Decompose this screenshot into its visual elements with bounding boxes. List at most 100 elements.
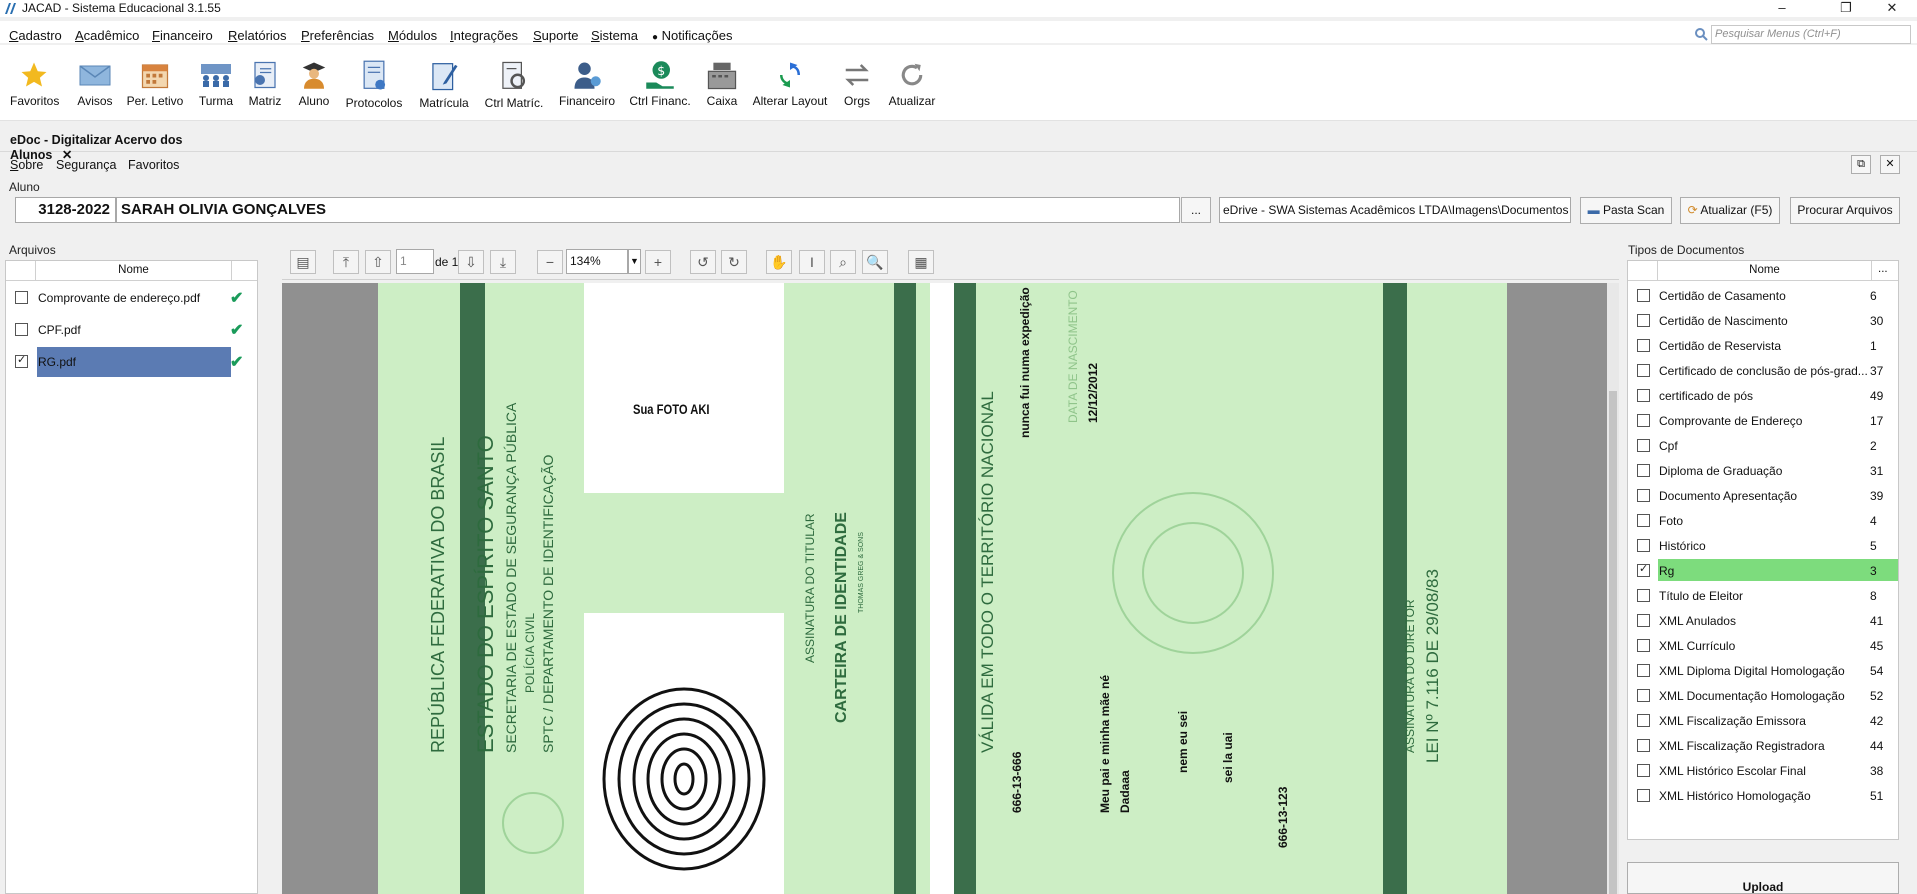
first-page-button[interactable]: ⤒	[333, 250, 359, 274]
matriz-button[interactable]: Matriz	[246, 60, 284, 116]
tipo-checkbox[interactable]	[1637, 489, 1650, 502]
tipo-checkbox[interactable]	[1637, 539, 1650, 552]
zoom-out-button[interactable]: −	[537, 250, 563, 274]
protocolos-button[interactable]: Protocolos	[344, 60, 404, 116]
tipo-checkbox[interactable]	[1637, 464, 1650, 477]
tipo-checkbox[interactable]	[1637, 289, 1650, 302]
aluno-button[interactable]: Aluno	[296, 60, 332, 116]
last-page-button[interactable]: ⤓	[490, 250, 516, 274]
tipo-checkbox[interactable]	[1637, 639, 1650, 652]
tipo-checkbox[interactable]	[1637, 664, 1650, 677]
prev-page-button[interactable]: ⇧	[365, 250, 391, 274]
tipo-row[interactable]: Diploma de Graduação 31	[1628, 458, 1898, 483]
pan-tool-button[interactable]: ✋	[766, 250, 792, 274]
tipo-checkbox[interactable]	[1637, 739, 1650, 752]
aluno-name-field[interactable]: SARAH OLIVIA GONÇALVES	[116, 197, 1180, 223]
tipo-row[interactable]: Certidão de Casamento 6	[1628, 283, 1898, 308]
zoom-in-button[interactable]: +	[645, 250, 671, 274]
tipo-row[interactable]: certificado de pós 49	[1628, 383, 1898, 408]
submenu-seguranca[interactable]: Segurança	[56, 158, 116, 172]
browse-aluno-button[interactable]: ...	[1181, 197, 1211, 223]
document-properties-button[interactable]: ▦	[908, 250, 934, 274]
tipo-checkbox[interactable]	[1637, 764, 1650, 777]
menu-notificacoes[interactable]: ● Notificações	[652, 28, 732, 43]
rotate-cw-button[interactable]: ↻	[721, 250, 747, 274]
tipo-row[interactable]: XML Documentação Homologação 52	[1628, 683, 1898, 708]
tipo-checkbox[interactable]	[1637, 314, 1650, 327]
tipo-row[interactable]: XML Currículo 45	[1628, 633, 1898, 658]
tipos-col-more[interactable]: ...	[1878, 263, 1888, 275]
tipo-checkbox[interactable]	[1637, 364, 1650, 377]
financeiro-button[interactable]: Financeiro	[558, 60, 616, 116]
tipo-checkbox[interactable]	[1637, 439, 1650, 452]
menu-cadastro[interactable]: Cadastro	[9, 28, 62, 43]
text-select-button[interactable]: I	[799, 250, 825, 274]
tipo-checkbox[interactable]	[1637, 614, 1650, 627]
file-checkbox[interactable]	[15, 353, 28, 368]
atualizar-f5-button[interactable]: ⟳ Atualizar (F5)	[1680, 197, 1780, 224]
file-row[interactable]: Comprovante de endereço.pdf ✔	[6, 283, 257, 313]
pasta-scan-button[interactable]: ▬ Pasta Scan	[1580, 197, 1672, 224]
search-menus-input[interactable]: Pesquisar Menus (Ctrl+F)	[1711, 25, 1911, 44]
tipo-row[interactable]: Certidão de Nascimento 30	[1628, 308, 1898, 333]
submenu-sobre[interactable]: Sobre	[10, 158, 43, 172]
close-panel-button[interactable]: ✕	[1880, 155, 1900, 174]
tipo-checkbox[interactable]	[1637, 689, 1650, 702]
restore-button[interactable]: ❐	[1823, 0, 1869, 17]
atualizar-button[interactable]: Atualizar	[886, 60, 938, 116]
tipo-row[interactable]: XML Histórico Escolar Final 38	[1628, 758, 1898, 783]
menu-sistema[interactable]: Sistema	[591, 28, 638, 43]
tab-edoc[interactable]: eDoc - Digitalizar Acervo dos Alunos ✕	[0, 128, 236, 162]
minimize-button[interactable]: –	[1759, 0, 1805, 17]
turma-button[interactable]: Turma	[196, 60, 236, 116]
tipo-checkbox[interactable]	[1637, 789, 1650, 802]
file-row[interactable]: CPF.pdf ✔	[6, 315, 257, 345]
caixa-button[interactable]: Caixa	[704, 60, 740, 116]
tipo-row[interactable]: XML Fiscalização Emissora 42	[1628, 708, 1898, 733]
upload-button[interactable]: Upload	[1627, 862, 1899, 894]
tipo-row[interactable]: XML Anulados 41	[1628, 608, 1898, 633]
rotate-ccw-button[interactable]: ↺	[690, 250, 716, 274]
tipo-row[interactable]: Certidão de Reservista 1	[1628, 333, 1898, 358]
tipo-row[interactable]: XML Fiscalização Registradora 44	[1628, 733, 1898, 758]
tipo-row[interactable]: XML Diploma Digital Homologação 54	[1628, 658, 1898, 683]
scrollbar-thumb[interactable]	[1609, 391, 1617, 894]
per-letivo-button[interactable]: Per. Letivo	[126, 60, 184, 116]
close-window-button[interactable]: ✕	[1869, 0, 1915, 17]
ctrl-matric-button[interactable]: Ctrl Matríc.	[484, 60, 544, 116]
zoom-select[interactable]: 134%	[566, 249, 628, 274]
tipo-row[interactable]: Cpf 2	[1628, 433, 1898, 458]
avisos-button[interactable]: Avisos	[74, 60, 116, 116]
orgs-button[interactable]: Orgs	[842, 60, 872, 116]
viewer-scrollbar[interactable]	[1607, 283, 1619, 894]
tipo-row[interactable]: Rg 3	[1628, 558, 1898, 583]
menu-academico[interactable]: Acadêmico	[75, 28, 139, 43]
tipo-row[interactable]: Título de Eleitor 8	[1628, 583, 1898, 608]
procurar-arquivos-button[interactable]: Procurar Arquivos	[1790, 197, 1900, 224]
tipo-checkbox[interactable]	[1637, 414, 1650, 427]
menu-integracoes[interactable]: Integrações	[450, 28, 518, 43]
aluno-code-field[interactable]: 3128-2022	[15, 197, 116, 223]
zoom-tool-button[interactable]: 🔍	[862, 250, 888, 274]
tipo-row[interactable]: XML Histórico Homologação 51	[1628, 783, 1898, 808]
tipo-row[interactable]: Histórico 5	[1628, 533, 1898, 558]
tipo-checkbox[interactable]	[1637, 389, 1650, 402]
tipo-row[interactable]: Foto 4	[1628, 508, 1898, 533]
tipo-checkbox[interactable]	[1637, 714, 1650, 727]
matricula-button[interactable]: Matrícula	[416, 60, 472, 116]
alterar-layout-button[interactable]: Alterar Layout	[752, 60, 828, 116]
folder-path-field[interactable]: eDrive - SWA Sistemas Acadêmicos LTDA\Im…	[1219, 197, 1571, 223]
zoom-dropdown-button[interactable]: ▼	[628, 249, 641, 274]
tipo-row[interactable]: Comprovante de Endereço 17	[1628, 408, 1898, 433]
zoom-area-button[interactable]: ⌕	[830, 250, 856, 274]
tipo-row[interactable]: Documento Apresentação 39	[1628, 483, 1898, 508]
toggle-sidebar-button[interactable]: ▤	[290, 250, 316, 274]
file-row[interactable]: RG.pdf ✔	[6, 347, 257, 377]
favoritos-button[interactable]: Favoritos	[10, 60, 59, 116]
detach-window-button[interactable]: ⧉	[1851, 155, 1871, 174]
tipo-checkbox[interactable]	[1637, 514, 1650, 527]
tipo-checkbox[interactable]	[1637, 339, 1650, 352]
menu-suporte[interactable]: Suporte	[533, 28, 579, 43]
menu-relatorios[interactable]: Relatórios	[228, 28, 287, 43]
submenu-favoritos[interactable]: Favoritos	[128, 158, 179, 172]
